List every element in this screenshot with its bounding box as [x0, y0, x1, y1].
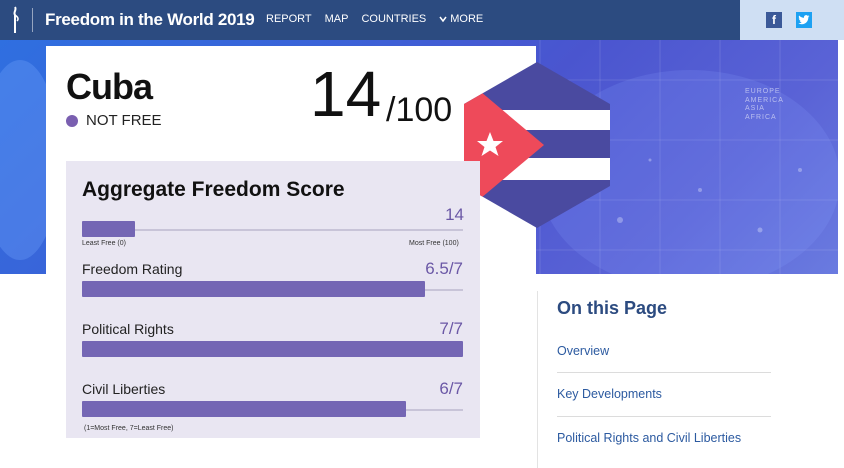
freedom-status: NOT FREE: [66, 112, 162, 129]
hero-word: AMERICA: [745, 96, 784, 104]
hero-word: AFRICA: [745, 113, 777, 121]
aggregate-track: [82, 229, 463, 231]
facebook-icon[interactable]: f: [766, 12, 782, 28]
status-label: NOT FREE: [86, 112, 162, 129]
political-rights-value: 7/7: [439, 319, 463, 338]
political-rights-bar: [82, 341, 463, 357]
civil-liberties-label: Civil Liberties: [82, 381, 166, 397]
nav-more-label: MORE: [450, 13, 484, 25]
twitter-icon[interactable]: [796, 12, 812, 28]
freedom-rating-label: Freedom Rating: [82, 261, 183, 277]
civil-liberties-value: 6/7: [439, 379, 463, 398]
nav-more[interactable]: MORE: [439, 13, 483, 25]
civil-liberties-bar: [82, 401, 406, 417]
total-score: 14: [310, 58, 382, 130]
top-navigation-bar: Freedom in the World 2019 REPORT MAP COU…: [0, 0, 844, 40]
sidebar-link-key-developments[interactable]: Key Developments: [557, 387, 662, 401]
political-rights-label: Political Rights: [82, 321, 174, 337]
hero-word: ASIA: [745, 105, 765, 112]
metrics-footnote: (1=Most Free, 7=Least Free): [84, 425, 174, 432]
social-links: f: [740, 0, 844, 40]
total-score-max: /100: [386, 91, 453, 129]
nav-map[interactable]: MAP: [325, 13, 349, 25]
cuba-flag-icon: [464, 62, 610, 228]
sidebar-divider: [557, 416, 771, 417]
twitter-bird-icon: [798, 15, 810, 25]
logo-divider: [32, 8, 33, 32]
aggregate-bar: [82, 221, 136, 237]
sidebar-link-political-rights[interactable]: Political Rights and Civil Liberties: [557, 431, 741, 445]
freedom-house-logo-icon[interactable]: [8, 6, 22, 34]
site-title[interactable]: Freedom in the World 2019: [45, 10, 255, 30]
aggregate-value: 14: [445, 205, 464, 224]
country-name: Cuba: [66, 66, 153, 107]
hero-word: EUROPE: [745, 88, 781, 95]
sidebar-divider: [557, 372, 771, 373]
sidebar-title: On this Page: [557, 298, 668, 318]
aggregate-title: Aggregate Freedom Score: [82, 178, 345, 201]
freedom-rating-value: 6.5/7: [425, 259, 463, 278]
least-free-label: Least Free (0): [82, 240, 126, 247]
chevron-down-icon: [439, 16, 447, 23]
hero-region-words: EUROPE AMERICA ASIA AFRICA: [745, 88, 784, 122]
sidebar-link-overview[interactable]: Overview: [557, 344, 609, 358]
main-nav: REPORT MAP COUNTRIES MORE: [266, 13, 496, 25]
freedom-rating-bar: [82, 281, 425, 297]
nav-countries[interactable]: COUNTRIES: [361, 13, 426, 25]
nav-report[interactable]: REPORT: [266, 13, 312, 25]
status-dot-icon: [66, 114, 78, 127]
most-free-label: Most Free (100): [409, 240, 459, 247]
